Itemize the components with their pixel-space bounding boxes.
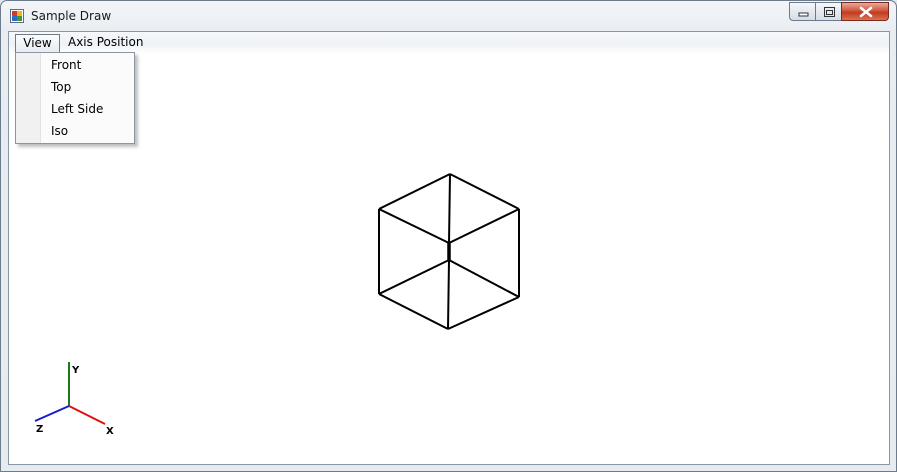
menu-axis-position[interactable]: Axis Position	[62, 34, 149, 53]
menu-item-iso[interactable]: Iso	[41, 120, 133, 142]
maximize-icon	[824, 7, 835, 17]
cube-edge	[448, 259, 520, 298]
iso-cube	[378, 173, 520, 330]
menu-item-front[interactable]: Front	[41, 54, 133, 76]
title-bar[interactable]: Sample Draw	[1, 1, 896, 31]
drawing-canvas: Y X Z	[34, 173, 520, 437]
app-window: Sample Draw Y X Z View Axis Position Fro…	[0, 0, 897, 472]
cube-edge	[447, 259, 450, 330]
menu-item-top[interactable]: Top	[41, 76, 133, 98]
cube-edge	[449, 173, 520, 210]
cube-edge	[378, 293, 449, 330]
minimize-button[interactable]	[789, 2, 816, 21]
cube-edge	[448, 173, 451, 244]
view-dropdown-menu: Front Top Left Side Iso	[15, 52, 135, 144]
cube-edge	[447, 296, 520, 330]
cube-edge	[448, 208, 520, 244]
window-title: Sample Draw	[31, 9, 112, 23]
maximize-button[interactable]	[815, 2, 842, 21]
close-button[interactable]	[841, 2, 889, 21]
y-axis-label: Y	[71, 365, 80, 376]
axis-gizmo: Y X Z	[34, 362, 114, 437]
cube-edge	[378, 208, 450, 244]
z-axis-label: Z	[36, 424, 43, 435]
cube-edge	[378, 259, 450, 295]
app-icon	[10, 9, 24, 23]
menu-item-left-side[interactable]: Left Side	[41, 98, 133, 120]
x-axis-line	[68, 405, 106, 425]
menu-view[interactable]: View	[15, 34, 60, 53]
cube-edge	[378, 173, 451, 210]
menu-icon-gutter	[16, 53, 41, 143]
minimize-icon	[798, 12, 809, 17]
menu-bar: View Axis Position	[9, 32, 889, 54]
drawing-area[interactable]: Y X Z View Axis Position Front Top Left …	[8, 31, 890, 465]
close-icon	[859, 6, 873, 18]
x-axis-label: X	[106, 426, 114, 437]
z-axis-line	[34, 405, 70, 422]
caption-buttons	[789, 2, 890, 22]
